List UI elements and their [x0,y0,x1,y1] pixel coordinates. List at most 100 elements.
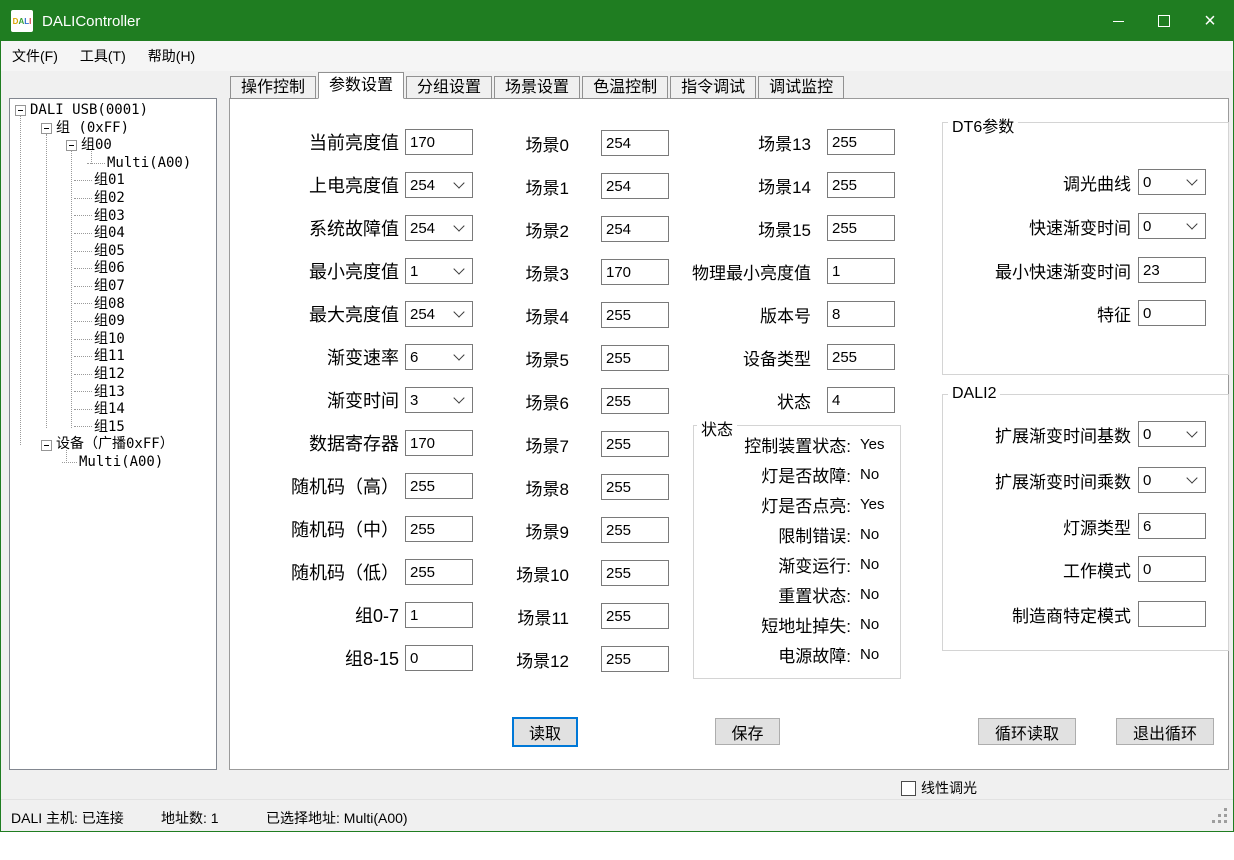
tree-item-group04[interactable]: 组04 [10,225,216,243]
status-row: 渐变运行:No [701,552,879,576]
param-input[interactable] [827,301,895,327]
tree-item-group08[interactable]: 组08 [10,296,216,314]
scene-input[interactable] [601,603,669,629]
read-button[interactable]: 读取 [512,717,578,747]
param-input[interactable] [1138,556,1206,582]
scene-label: 场景2 [471,217,601,242]
scene-input[interactable] [601,302,669,328]
param-row: 状态 [691,387,895,413]
param-input[interactable] [405,473,473,499]
param-input[interactable] [1138,300,1206,326]
param-combo[interactable]: 0 [1138,421,1206,447]
param-input[interactable] [827,258,895,284]
tab-parameter-settings[interactable]: 参数设置 [318,72,404,99]
scene-input[interactable] [601,646,669,672]
scene-input[interactable] [601,173,669,199]
exit-loop-button[interactable]: 退出循环 [1116,718,1214,745]
close-button[interactable]: × [1187,1,1233,41]
tree-item-group05[interactable]: 组05 [10,243,216,261]
tab-command-debug[interactable]: 指令调试 [670,76,756,99]
param-input[interactable] [405,516,473,542]
collapse-icon[interactable] [15,105,26,116]
collapse-icon[interactable] [41,440,52,451]
scene-input[interactable] [601,431,669,457]
save-button[interactable]: 保存 [715,718,780,745]
scene-input[interactable] [601,259,669,285]
param-input[interactable] [405,129,473,155]
loop-read-button[interactable]: 循环读取 [978,718,1076,745]
tree-item-group15[interactable]: 组15 [10,419,216,437]
collapse-icon[interactable] [41,123,52,134]
param-input[interactable] [827,172,895,198]
resize-grip[interactable] [1212,808,1215,811]
tree-item-device-broadcast[interactable]: 设备（广播0xFF） [10,436,216,454]
param-input[interactable] [405,602,473,628]
tree-item-group12[interactable]: 组12 [10,366,216,384]
param-combo[interactable]: 254 [405,301,473,327]
param-combo[interactable]: 0 [1138,213,1206,239]
tree-item-group14[interactable]: 组14 [10,401,216,419]
linear-dimming-checkbox[interactable]: 线性调光 [901,778,977,798]
tab-scene-settings[interactable]: 场景设置 [494,76,580,99]
menu-tools[interactable]: 工具(T) [69,41,137,71]
scene-input[interactable] [601,517,669,543]
scene-input[interactable] [601,345,669,371]
scene-label: 场景10 [471,561,601,586]
checkbox-icon[interactable] [901,781,916,796]
param-input[interactable] [405,559,473,585]
param-input[interactable] [827,215,895,241]
tree-item-group11[interactable]: 组11 [10,348,216,366]
tree-dash [74,409,92,411]
tree-item-multi-a00[interactable]: Multi(A00) [10,155,216,173]
tree-item-group02[interactable]: 组02 [10,190,216,208]
scene-input[interactable] [601,216,669,242]
scene-input[interactable] [601,388,669,414]
tab-debug-monitor[interactable]: 调试监控 [758,76,844,99]
param-combo[interactable]: 3 [405,387,473,413]
tree-item-group-root[interactable]: 组 (0xFF) [10,120,216,138]
param-combo[interactable]: 6 [405,344,473,370]
scene-input[interactable] [601,560,669,586]
param-combo[interactable]: 1 [405,258,473,284]
param-input[interactable] [1138,257,1206,283]
scene-input[interactable] [601,474,669,500]
tab-color-temp-control[interactable]: 色温控制 [582,76,668,99]
param-row: 扩展渐变时间基数0 [946,421,1206,447]
scene-input[interactable] [601,130,669,156]
tree-dash [74,198,92,200]
param-input[interactable] [405,645,473,671]
tab-grouping-settings[interactable]: 分组设置 [406,76,492,99]
tree-item-group01[interactable]: 组01 [10,172,216,190]
param-combo[interactable]: 254 [405,172,473,198]
menu-help[interactable]: 帮助(H) [137,41,206,71]
minimize-button[interactable] [1095,1,1141,41]
tree-item-group00[interactable]: 组00 [10,137,216,155]
tab-operation-control[interactable]: 操作控制 [230,76,316,99]
param-combo[interactable]: 0 [1138,169,1206,195]
tree-item-multi-a00[interactable]: Multi(A00) [10,454,216,472]
param-input[interactable] [827,129,895,155]
status-value: No [851,616,879,633]
tree-item-group09[interactable]: 组09 [10,313,216,331]
tree-item-label: 组 (0xFF) [56,120,129,138]
param-input[interactable] [827,387,895,413]
param-input[interactable] [405,430,473,456]
param-combo[interactable]: 0 [1138,467,1206,493]
param-label: 特征 [946,301,1138,326]
tree-item-group03[interactable]: 组03 [10,208,216,226]
tree-item-group06[interactable]: 组06 [10,260,216,278]
menu-file[interactable]: 文件(F) [1,41,69,71]
tree-item-group07[interactable]: 组07 [10,278,216,296]
tree-item-group13[interactable]: 组13 [10,384,216,402]
collapse-icon[interactable] [66,140,77,151]
tree-item-dali-usb[interactable]: DALI USB(0001) [10,102,216,120]
tree-item-group10[interactable]: 组10 [10,331,216,349]
param-input[interactable] [1138,513,1206,539]
param-input[interactable] [1138,601,1206,627]
param-row: 组0-7 [271,602,473,628]
tree-dash [74,286,92,288]
maximize-button[interactable] [1141,1,1187,41]
param-input[interactable] [827,344,895,370]
param-combo[interactable]: 254 [405,215,473,241]
param-label: 组8-15 [271,645,405,671]
